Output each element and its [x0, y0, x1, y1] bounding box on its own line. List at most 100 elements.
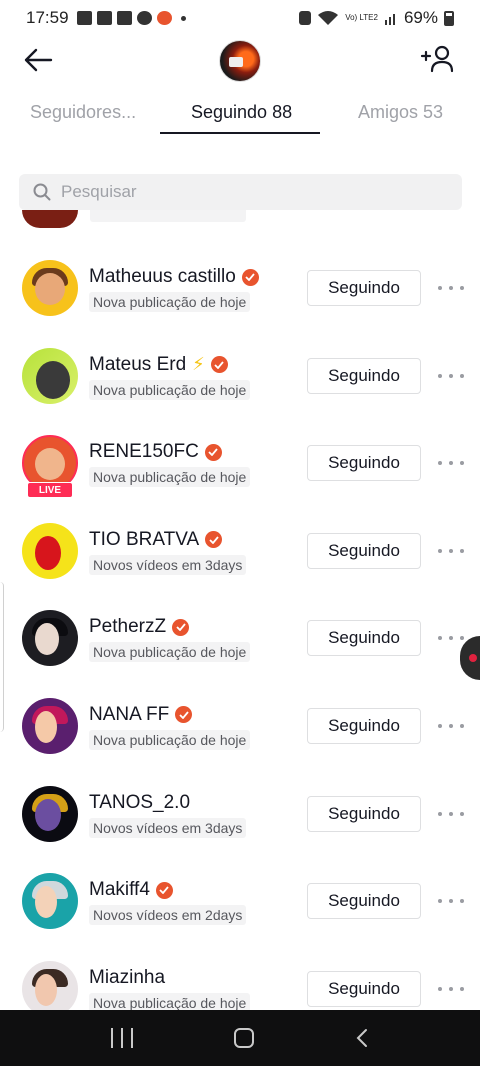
following-button[interactable]: Seguindo — [307, 270, 421, 306]
more-icon — [438, 373, 442, 378]
avatar[interactable] — [22, 260, 78, 316]
tab-seguindo[interactable]: Seguindo 88 — [191, 102, 292, 123]
youtube-icon — [116, 11, 132, 25]
following-button[interactable]: Seguindo — [307, 445, 421, 482]
following-list: Matheuus castillo Nova publicação de hoj… — [0, 245, 480, 1033]
following-button[interactable]: Seguindo — [307, 532, 421, 569]
username[interactable]: Makiff4 — [89, 879, 150, 901]
name-line: RENE150FC — [89, 440, 222, 464]
activity-badge: Nova publicação de hoje — [89, 379, 251, 400]
following-button[interactable]: Seguindo — [307, 795, 421, 832]
avatar[interactable] — [22, 522, 78, 579]
battery-percent: 69% — [403, 8, 438, 27]
list-item[interactable]: TANOS_2.0 Novos vídeos em 3days Seguindo — [0, 771, 480, 859]
tab-seguidores[interactable]: Seguidores... — [30, 102, 136, 123]
add-friend-button[interactable] — [420, 44, 456, 76]
more-options-button[interactable] — [438, 454, 464, 472]
navigation-bar — [0, 1010, 480, 1066]
activity-badge: Nova publicação de hoje — [89, 642, 251, 663]
avatar-face — [35, 623, 59, 656]
username[interactable]: RENE150FC — [89, 441, 199, 463]
list-item[interactable]: NANA FF Nova publicação de hoje Seguindo — [0, 683, 480, 771]
avatar-face — [35, 798, 61, 831]
more-options-button[interactable] — [438, 367, 464, 385]
live-badge[interactable]: LIVE — [27, 482, 73, 499]
avatar-face — [35, 273, 65, 306]
username[interactable]: PetherzZ — [89, 616, 166, 638]
back-button[interactable] — [20, 44, 56, 76]
back-nav-icon[interactable] — [355, 1028, 369, 1048]
list-item[interactable]: Mateus Erd ⚡ Nova publicação de hoje Seg… — [0, 333, 480, 421]
status-bar: 17:59 Vo) LTE2 69% — [0, 0, 480, 36]
more-icon — [438, 811, 442, 816]
more-options-button[interactable] — [438, 980, 464, 998]
avatar[interactable] — [22, 785, 78, 842]
avatar[interactable] — [22, 960, 78, 1017]
list-item[interactable]: LIVE RENE150FC Nova publicação de hoje S… — [0, 420, 480, 508]
following-button[interactable]: Seguindo — [307, 620, 421, 657]
lightning-icon: ⚡ — [192, 354, 205, 375]
username[interactable]: NANA FF — [89, 704, 169, 726]
tab-amigos[interactable]: Amigos 53 — [358, 102, 443, 123]
avatar[interactable] — [22, 697, 78, 754]
more-icon — [438, 286, 442, 290]
username[interactable]: Matheuus castillo — [89, 266, 236, 288]
search-bar[interactable] — [19, 174, 462, 210]
name-line: Matheuus castillo — [89, 265, 259, 289]
following-button[interactable]: Seguindo — [307, 357, 421, 394]
signal-icon — [384, 14, 395, 25]
activity-badge: Novos vídeos em 3days — [89, 554, 247, 575]
more-options-button[interactable] — [438, 629, 464, 647]
tab-bar: Seguidores... Seguindo 88 Amigos 53 — [0, 92, 480, 136]
edge-panel-handle[interactable] — [0, 582, 4, 732]
profile-avatar[interactable] — [219, 40, 261, 82]
more-icon — [438, 899, 442, 904]
avatar[interactable] — [22, 210, 78, 228]
notification-icons — [76, 11, 186, 25]
avatar-face — [35, 535, 61, 570]
verified-icon — [241, 268, 259, 286]
list-item[interactable]: TIO BRATVA Novos vídeos em 3days Seguind… — [0, 508, 480, 596]
battery-icon — [444, 10, 454, 26]
recent-apps-button[interactable] — [110, 1028, 133, 1048]
more-options-button[interactable] — [438, 542, 464, 560]
active-tab-indicator — [160, 132, 320, 134]
search-input[interactable] — [61, 182, 441, 202]
avatar[interactable] — [22, 610, 78, 667]
username[interactable]: TANOS_2.0 — [89, 792, 190, 814]
capcut-icon — [96, 11, 112, 25]
name-line: PetherzZ — [89, 615, 190, 639]
avatar-face — [35, 448, 65, 481]
list-item[interactable]: Makiff4 Novos vídeos em 2days Seguindo — [0, 858, 480, 946]
capcut-icon — [76, 11, 92, 25]
list-item[interactable]: Matheuus castillo Nova publicação de hoj… — [0, 245, 480, 333]
avatar[interactable] — [22, 873, 78, 930]
status-time: 17:59 — [26, 8, 69, 27]
avatar-face — [36, 360, 70, 399]
following-button[interactable]: Seguindo — [307, 707, 421, 744]
name-line: TIO BRATVA — [89, 528, 223, 552]
activity-badge: Nova publicação de hoje — [89, 467, 251, 488]
name-line: Makiff4 — [89, 878, 173, 902]
name-line: Miazinha — [89, 966, 165, 990]
verified-icon — [175, 706, 193, 724]
activity-badge — [90, 210, 246, 222]
username[interactable]: TIO BRATVA — [89, 529, 199, 551]
following-button[interactable]: Seguindo — [307, 883, 421, 920]
activity-badge: Nova publicação de hoje — [89, 729, 251, 750]
more-notifications-icon — [180, 15, 186, 21]
more-options-button[interactable] — [438, 279, 464, 297]
alarm-icon — [299, 11, 312, 25]
activity-badge: Nova publicação de hoje — [89, 292, 251, 312]
username[interactable]: Miazinha — [89, 967, 165, 989]
list-item[interactable]: PetherzZ Nova publicação de hoje Seguind… — [0, 595, 480, 683]
more-options-button[interactable] — [438, 892, 464, 910]
more-icon — [438, 548, 442, 553]
more-options-button[interactable] — [438, 717, 464, 735]
avatar[interactable] — [22, 347, 78, 404]
home-button[interactable] — [233, 1028, 254, 1048]
username[interactable]: Mateus Erd — [89, 354, 186, 376]
following-button[interactable]: Seguindo — [307, 970, 421, 1007]
verified-icon — [205, 531, 223, 549]
more-options-button[interactable] — [438, 805, 464, 823]
